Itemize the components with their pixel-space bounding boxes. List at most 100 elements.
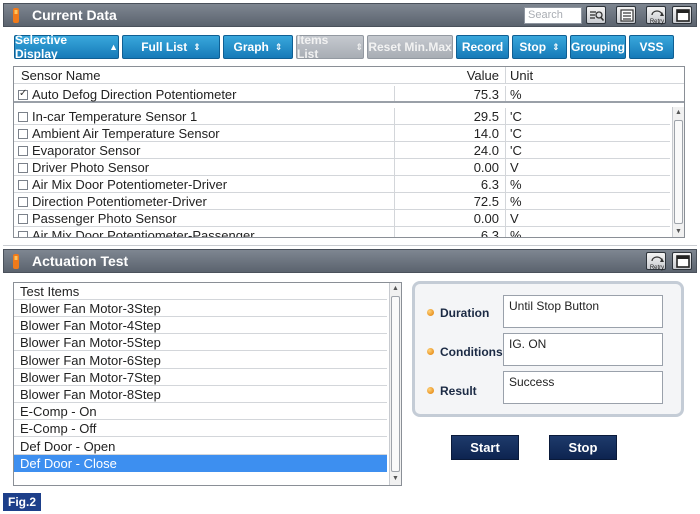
actuation-test-title: Actuation Test xyxy=(32,253,129,269)
sensor-table-scrollbar[interactable]: ▲ ▼ xyxy=(672,107,684,237)
column-divider xyxy=(505,227,506,237)
duration-label-text: Duration xyxy=(440,306,490,320)
vss-label: VSS xyxy=(639,40,664,54)
table-row[interactable]: Air Mix Door Potentiometer-Driver 6.3% xyxy=(14,176,670,193)
scroll-down-icon[interactable]: ▼ xyxy=(390,473,401,485)
bullet-icon xyxy=(427,348,434,355)
record-button[interactable]: Record xyxy=(456,35,509,59)
graph-label: Graph xyxy=(233,40,269,54)
window-toggle-button[interactable] xyxy=(672,252,692,270)
row-checkbox[interactable] xyxy=(18,163,28,173)
test-item[interactable]: Blower Fan Motor-6Step xyxy=(14,352,387,369)
retry-icon: Retry xyxy=(650,256,664,271)
bullet-icon xyxy=(427,309,434,316)
scroll-thumb[interactable] xyxy=(391,296,400,472)
scroll-thumb[interactable] xyxy=(674,120,683,224)
reset-min-max-button[interactable]: Reset Min.Max xyxy=(367,35,453,59)
row-checkbox[interactable] xyxy=(18,112,28,122)
conditions-label: Conditions xyxy=(427,345,503,359)
retry-icon: Retry xyxy=(650,10,664,25)
pinned-sensor-value: 75.3 xyxy=(473,87,499,102)
test-items-header: Test Items xyxy=(14,283,387,300)
list-view-icon xyxy=(620,9,634,22)
duration-field: Until Stop Button xyxy=(503,295,663,328)
search-list-button[interactable] xyxy=(586,6,606,24)
row-checkbox[interactable] xyxy=(18,180,28,190)
column-divider xyxy=(505,193,506,209)
actuation-test-header: Actuation Test Retry xyxy=(3,249,697,273)
sensor-name: Direction Potentiometer-Driver xyxy=(32,194,207,209)
scroll-down-icon[interactable]: ▼ xyxy=(673,226,684,237)
table-row[interactable]: Direction Potentiometer-Driver 72.5% xyxy=(14,193,670,210)
section-divider xyxy=(3,245,697,246)
full-list-dropdown[interactable]: Full List ⇕ xyxy=(122,35,220,59)
stop-dropdown[interactable]: Stop ⇕ xyxy=(512,35,567,59)
grouping-button[interactable]: Grouping xyxy=(570,35,626,59)
vss-button[interactable]: VSS xyxy=(629,35,674,59)
start-button[interactable]: Start xyxy=(451,435,519,460)
column-divider xyxy=(505,86,506,101)
row-checkbox[interactable] xyxy=(18,214,28,224)
table-row[interactable]: Driver Photo Sensor 0.00 V xyxy=(14,159,670,176)
record-label: Record xyxy=(461,40,504,54)
graph-dropdown[interactable]: Graph ⇕ xyxy=(223,35,293,59)
window-toggle-button[interactable] xyxy=(672,6,692,24)
result-field: Success xyxy=(503,371,663,404)
test-items-scrollbar[interactable]: ▲ ▼ xyxy=(389,283,401,485)
test-item[interactable]: Blower Fan Motor-8Step xyxy=(14,386,387,403)
test-item[interactable]: Blower Fan Motor-4Step xyxy=(14,317,387,335)
retry-label: Retry xyxy=(650,19,664,25)
selective-display-dropdown[interactable]: Selective Display ▲ xyxy=(14,33,119,61)
current-data-title: Current Data xyxy=(32,7,117,23)
sensor-unit: % xyxy=(510,228,522,238)
stop-label: Stop xyxy=(519,40,547,54)
pinned-row-checkbox[interactable] xyxy=(18,88,28,100)
table-row[interactable]: Ambient Air Temperature Sensor 14.0 'C xyxy=(14,125,670,142)
list-view-button[interactable] xyxy=(616,6,636,24)
scroll-up-icon[interactable]: ▲ xyxy=(390,283,401,295)
sensor-icon xyxy=(13,254,19,269)
test-item[interactable]: E-Comp - On xyxy=(14,403,387,421)
figure-label: Fig.2 xyxy=(3,493,41,511)
retry-button[interactable]: Retry xyxy=(646,252,666,271)
items-list-dropdown[interactable]: Items List ⇕ xyxy=(296,33,364,61)
table-row[interactable]: Passenger Photo Sensor 0.00 V xyxy=(14,210,670,227)
dropdown-arrow-icon: ⇕ xyxy=(193,41,201,52)
sensor-value: 0.00 xyxy=(473,160,499,175)
scroll-up-icon[interactable]: ▲ xyxy=(673,107,684,119)
stop-button[interactable]: Stop xyxy=(549,435,617,460)
test-item[interactable]: Blower Fan Motor-5Step xyxy=(14,334,387,352)
retry-label: Retry xyxy=(650,265,664,271)
sensor-value: 24.0 xyxy=(473,143,499,158)
sensor-value: 6.3 xyxy=(480,228,499,238)
pinned-row[interactable]: Auto Defog Direction Potentiometer 75.3 … xyxy=(14,86,684,103)
test-item[interactable]: Blower Fan Motor-7Step xyxy=(14,369,387,386)
column-divider xyxy=(505,125,506,141)
reset-min-max-label: Reset Min.Max xyxy=(368,40,452,54)
retry-button[interactable]: Retry xyxy=(646,6,666,25)
row-checkbox[interactable] xyxy=(18,231,28,237)
full-list-label: Full List xyxy=(141,40,188,54)
table-row[interactable]: In-car Temperature Sensor 1 29.5 'C xyxy=(14,108,670,125)
search-input[interactable]: Search xyxy=(524,7,582,24)
dropdown-arrow-icon: ⇕ xyxy=(552,41,560,52)
column-divider xyxy=(505,210,506,226)
grouping-label: Grouping xyxy=(571,40,625,54)
row-checkbox[interactable] xyxy=(18,129,28,139)
test-item[interactable]: Def Door - Open xyxy=(14,438,387,455)
test-item[interactable]: Blower Fan Motor-3Step xyxy=(14,300,387,317)
test-item[interactable]: E-Comp - Off xyxy=(14,420,387,438)
test-item[interactable]: Def Door - Close xyxy=(14,454,387,472)
test-items-header-label: Test Items xyxy=(20,284,80,299)
sensor-unit: V xyxy=(510,211,519,226)
sensor-unit: % xyxy=(510,177,522,192)
row-checkbox[interactable] xyxy=(18,146,28,156)
sensor-name: Passenger Photo Sensor xyxy=(32,211,177,226)
sensor-name: Ambient Air Temperature Sensor xyxy=(32,126,220,141)
row-checkbox[interactable] xyxy=(18,197,28,207)
table-row[interactable]: Air Mix Door Potentiometer-Passenger 6.3% xyxy=(14,227,670,238)
column-divider xyxy=(505,176,506,192)
table-row[interactable]: Evaporator Sensor 24.0 'C xyxy=(14,142,670,159)
sensor-name: Air Mix Door Potentiometer-Driver xyxy=(32,177,228,192)
items-list-label: Items List xyxy=(297,33,329,61)
